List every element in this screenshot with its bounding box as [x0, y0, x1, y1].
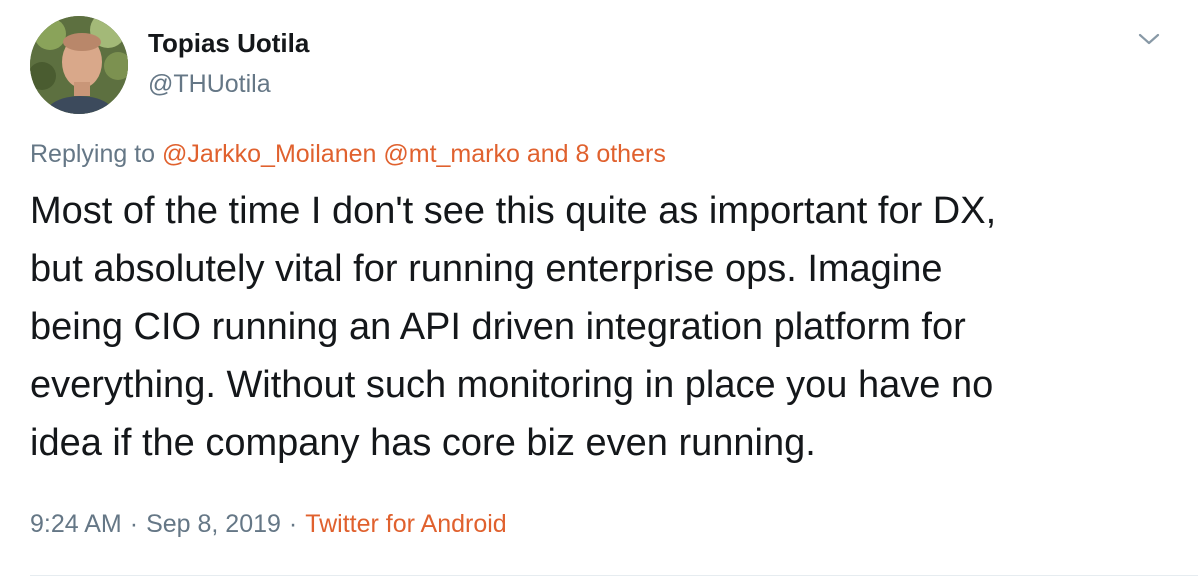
mention-link[interactable]: @mt_marko	[383, 140, 520, 168]
tweet-text-line: but absolutely vital for running enterpr…	[30, 248, 943, 290]
tweet-text-line: Most of the time I don't see this quite …	[30, 190, 997, 232]
tweet-card: Topias Uotila @THUotila Replying to @Jar…	[0, 0, 1198, 580]
avatar[interactable]	[30, 16, 128, 114]
tweet-time[interactable]: 9:24 AM	[30, 510, 122, 538]
author-display-name[interactable]: Topias Uotila	[148, 28, 309, 59]
divider	[30, 575, 1198, 576]
author-handle[interactable]: @THUotila	[148, 70, 271, 99]
replying-to-line: Replying to @Jarkko_Moilanen @mt_marko a…	[30, 140, 666, 169]
tweet-meta: 9:24 AM · Sep 8, 2019 · Twitter for Android	[30, 510, 507, 539]
avatar-photo-icon	[30, 16, 128, 114]
meta-separator: ·	[288, 510, 298, 538]
tweet-text-line: everything. Without such monitoring in p…	[30, 364, 994, 406]
tweet-menu-button[interactable]	[1136, 28, 1162, 50]
mention-link[interactable]: @Jarkko_Moilanen	[162, 140, 376, 168]
others-link[interactable]: and 8 others	[527, 140, 666, 168]
tweet-source-link[interactable]: Twitter for Android	[305, 510, 506, 538]
tweet-text-line: being CIO running an API driven integrat…	[30, 306, 966, 348]
tweet-text-line: idea if the company has core biz even ru…	[30, 422, 816, 464]
tweet-text: Most of the time I don't see this quite …	[30, 182, 1180, 472]
tweet-date[interactable]: Sep 8, 2019	[146, 510, 281, 538]
meta-separator: ·	[129, 510, 139, 538]
replying-to-label: Replying to	[30, 140, 156, 168]
chevron-down-icon	[1138, 33, 1160, 45]
